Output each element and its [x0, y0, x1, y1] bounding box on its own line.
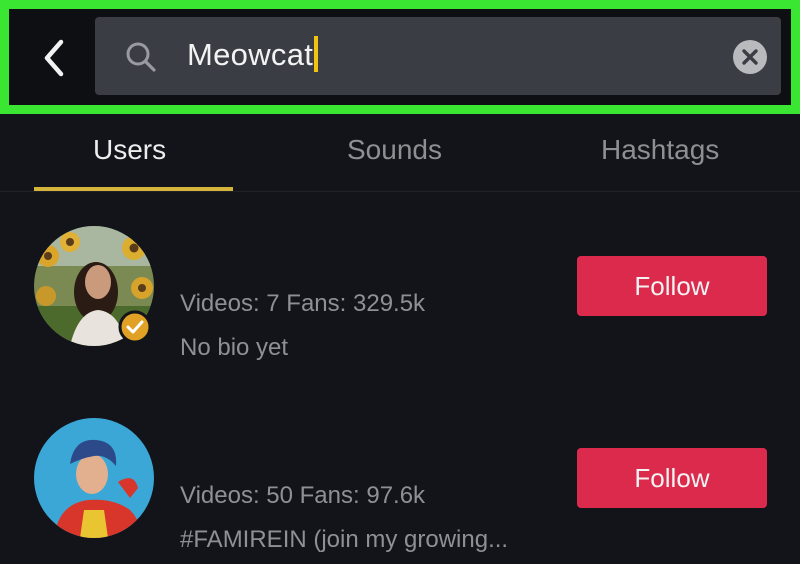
avatar[interactable] [34, 418, 154, 538]
check-badge-icon [118, 310, 152, 344]
search-header: Meowcat [0, 0, 800, 114]
chevron-left-icon [44, 39, 64, 77]
clear-search-button[interactable] [733, 40, 767, 74]
user-result-row[interactable]: Videos: 50 Fans: 97.6k #FAMIREIN (join m… [0, 414, 800, 564]
user-bio: No bio yet [180, 334, 289, 361]
tab-hashtags[interactable]: Hashtags [601, 134, 719, 166]
avatar-image [34, 418, 154, 538]
user-bio: #FAMIREIN (join my growing... [180, 526, 509, 553]
search-input[interactable]: Meowcat [187, 35, 319, 75]
search-icon [126, 42, 156, 72]
tab-sounds[interactable]: Sounds [347, 134, 442, 166]
tab-users[interactable]: Users [93, 134, 166, 166]
search-results-screen: Meowcat Users Sounds Hashtags Videos: 7 … [0, 0, 800, 564]
user-result-row[interactable]: Videos: 7 Fans: 329.5k No bio yet Follow [0, 222, 800, 372]
user-stats: Videos: 7 Fans: 329.5k [180, 290, 426, 317]
tabs-divider [0, 191, 800, 192]
close-circle-icon [742, 49, 758, 65]
back-button[interactable] [31, 33, 81, 83]
user-stats: Videos: 50 Fans: 97.6k [180, 482, 426, 509]
follow-button[interactable]: Follow [577, 448, 767, 508]
search-box[interactable]: Meowcat [95, 17, 781, 95]
result-tabs: Users Sounds Hashtags [0, 114, 800, 192]
follow-button[interactable]: Follow [577, 256, 767, 316]
text-cursor [314, 36, 319, 72]
search-query-text: Meowcat [187, 37, 314, 72]
